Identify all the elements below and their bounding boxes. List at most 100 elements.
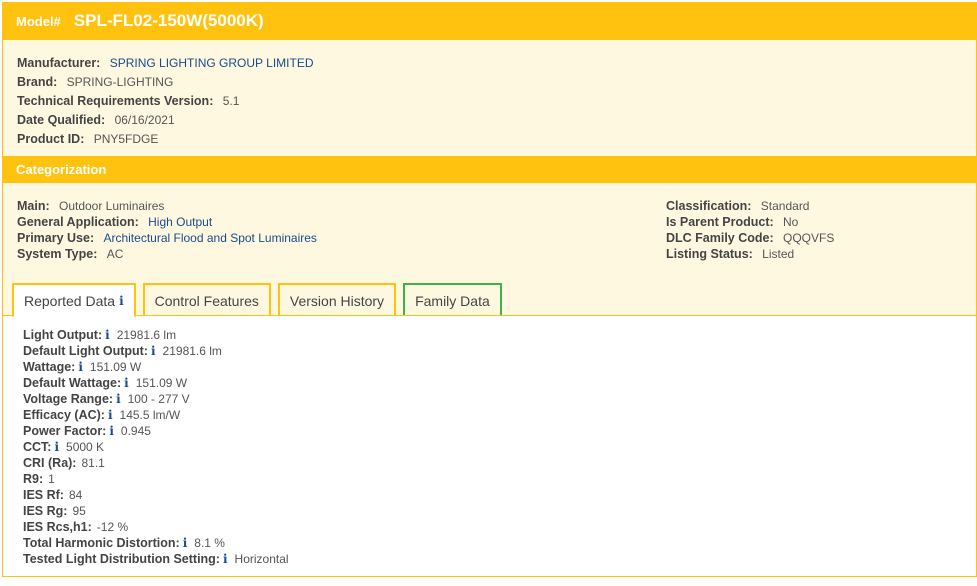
model-number: SPL-FL02-150W(5000K) xyxy=(73,11,264,30)
cat-label: Classification: xyxy=(666,199,752,213)
info-row-manufacturer: Manufacturer: SPRING LIGHTING GROUP LIMI… xyxy=(17,54,976,73)
model-header: Model# SPL-FL02-150W(5000K) xyxy=(2,2,977,40)
cat-label: DLC Family Code: xyxy=(666,231,774,245)
data-label: Light Output: xyxy=(23,328,103,342)
info-row-product-id: Product ID: PNY5FDGE xyxy=(17,130,976,149)
manufacturer-link[interactable]: SPRING LIGHTING GROUP LIMITED xyxy=(110,56,314,70)
cat-row-main: Main: Outdoor Luminaires xyxy=(17,198,317,214)
cat-row-general-application: General Application: High Output xyxy=(17,214,317,230)
product-info-box: Manufacturer: SPRING LIGHTING GROUP LIMI… xyxy=(2,40,977,156)
cat-label: Is Parent Product: xyxy=(666,215,774,229)
cat-row-is-parent: Is Parent Product: No xyxy=(666,214,834,230)
data-label: Voltage Range: xyxy=(23,392,114,406)
data-value: 8.1 % xyxy=(194,536,225,550)
tab-reported-data[interactable]: Reported Data i xyxy=(12,283,136,317)
cat-label: Listing Status: xyxy=(666,247,753,261)
info-label: Brand: xyxy=(17,75,58,89)
data-row-light-output: Light Output: i 21981.6 lm xyxy=(23,327,976,343)
data-label: IES Rf: xyxy=(23,488,64,502)
info-icon[interactable]: i xyxy=(78,360,83,374)
tab-label: Family Data xyxy=(415,292,490,309)
tab-family-data[interactable]: Family Data xyxy=(403,283,502,316)
cat-value: Outdoor Luminaires xyxy=(58,199,165,213)
data-row-default-light-output: Default Light Output: i 21981.6 lm xyxy=(23,343,976,359)
primary-use-link[interactable]: Architectural Flood and Spot Luminaires xyxy=(103,231,316,245)
data-value: 95 xyxy=(72,504,86,518)
data-value: 81.1 xyxy=(81,456,105,470)
info-row-brand: Brand: SPRING-LIGHTING xyxy=(17,73,976,92)
cat-row-classification: Classification: Standard xyxy=(666,198,834,214)
info-icon[interactable]: i xyxy=(105,328,110,342)
cat-label: Main: xyxy=(17,199,50,213)
cat-row-system-type: System Type: AC xyxy=(17,246,317,262)
tab-version-history[interactable]: Version History xyxy=(277,283,397,316)
data-label: Power Factor: xyxy=(23,424,107,438)
data-label: R9: xyxy=(23,472,44,486)
info-label: Manufacturer: xyxy=(17,56,101,70)
categorization-right: Classification: Standard Is Parent Produ… xyxy=(666,198,834,262)
cat-label: Primary Use: xyxy=(17,231,95,245)
info-icon[interactable]: i xyxy=(116,392,121,406)
data-value: 145.5 lm/W xyxy=(119,408,181,422)
general-application-link[interactable]: High Output xyxy=(148,215,212,229)
info-label: Technical Requirements Version: xyxy=(17,94,214,108)
categorization-header: Categorization xyxy=(2,156,977,183)
info-icon[interactable]: i xyxy=(54,440,59,454)
cat-row-primary-use: Primary Use: Architectural Flood and Spo… xyxy=(17,230,317,246)
data-label: Wattage: xyxy=(23,360,76,374)
info-value: SPRING-LIGHTING xyxy=(66,75,174,89)
cat-row-family-code: DLC Family Code: QQQVFS xyxy=(666,230,834,246)
data-value: 21981.6 lm xyxy=(162,344,222,358)
data-row-wattage: Wattage: i 151.09 W xyxy=(23,359,976,375)
data-label: Total Harmonic Distortion: xyxy=(23,536,180,550)
info-label: Product ID: xyxy=(17,132,85,146)
data-label: CRI (Ra): xyxy=(23,456,77,470)
data-value: 151.09 W xyxy=(135,376,188,390)
tab-label: Version History xyxy=(289,292,385,309)
reported-data-panel: Light Output: i 21981.6 lm Default Light O… xyxy=(2,315,977,577)
data-value: 0.945 xyxy=(120,424,151,438)
categorization-title: Categorization xyxy=(16,162,107,177)
data-row-thd: Total Harmonic Distortion: i 8.1 % xyxy=(23,535,976,551)
cat-value: Standard xyxy=(760,199,810,213)
info-row-date-qualified: Date Qualified: 06/16/2021 xyxy=(17,111,976,130)
info-icon[interactable]: i xyxy=(223,552,228,566)
info-icon[interactable]: i xyxy=(109,424,114,438)
data-label: CCT: xyxy=(23,440,52,454)
data-row-ies-rg: IES Rg: 95 xyxy=(23,503,976,519)
data-value: 100 - 277 V xyxy=(127,392,190,406)
categorization-left: Main: Outdoor Luminaires General Applica… xyxy=(17,198,317,262)
data-label: Efficacy (AC): xyxy=(23,408,105,422)
data-label: Default Light Output: xyxy=(23,344,148,358)
data-value: 151.09 W xyxy=(89,360,142,374)
cat-value: AC xyxy=(106,247,124,261)
data-row-default-wattage: Default Wattage: i 151.09 W xyxy=(23,375,976,391)
cat-value: Listed xyxy=(762,247,795,261)
info-icon[interactable]: i xyxy=(108,408,113,422)
tab-label: Reported Data xyxy=(24,292,116,309)
data-value: 84 xyxy=(68,488,83,502)
data-row-voltage-range: Voltage Range: i 100 - 277 V xyxy=(23,391,976,407)
info-icon[interactable]: i xyxy=(151,344,156,358)
cat-value: No xyxy=(783,215,799,229)
data-row-cct: CCT: i 5000 K xyxy=(23,439,976,455)
data-value: 21981.6 lm xyxy=(116,328,177,342)
info-icon[interactable]: i xyxy=(124,376,129,390)
tab-bar: Reported Data i Control Features Version… xyxy=(12,283,509,317)
tab-control-features[interactable]: Control Features xyxy=(142,283,271,316)
data-row-r9: R9: 1 xyxy=(23,471,976,487)
cat-label: General Application: xyxy=(17,215,139,229)
data-row-ies-rcs: IES Rcs,h1: -12 % xyxy=(23,519,976,535)
cat-value: QQQVFS xyxy=(783,231,835,245)
data-label: Default Wattage: xyxy=(23,376,122,390)
info-icon[interactable]: i xyxy=(183,536,188,550)
data-row-cri: CRI (Ra): 81.1 xyxy=(23,455,976,471)
data-row-efficacy: Efficacy (AC): i 145.5 lm/W xyxy=(23,407,976,423)
data-row-power-factor: Power Factor: i 0.945 xyxy=(23,423,976,439)
info-icon[interactable]: i xyxy=(119,294,124,308)
data-value: 5000 K xyxy=(66,440,105,454)
info-value: 06/16/2021 xyxy=(114,113,175,127)
data-label: IES Rcs,h1: xyxy=(23,520,92,534)
info-label: Date Qualified: xyxy=(17,113,106,127)
data-value: 1 xyxy=(48,472,55,486)
